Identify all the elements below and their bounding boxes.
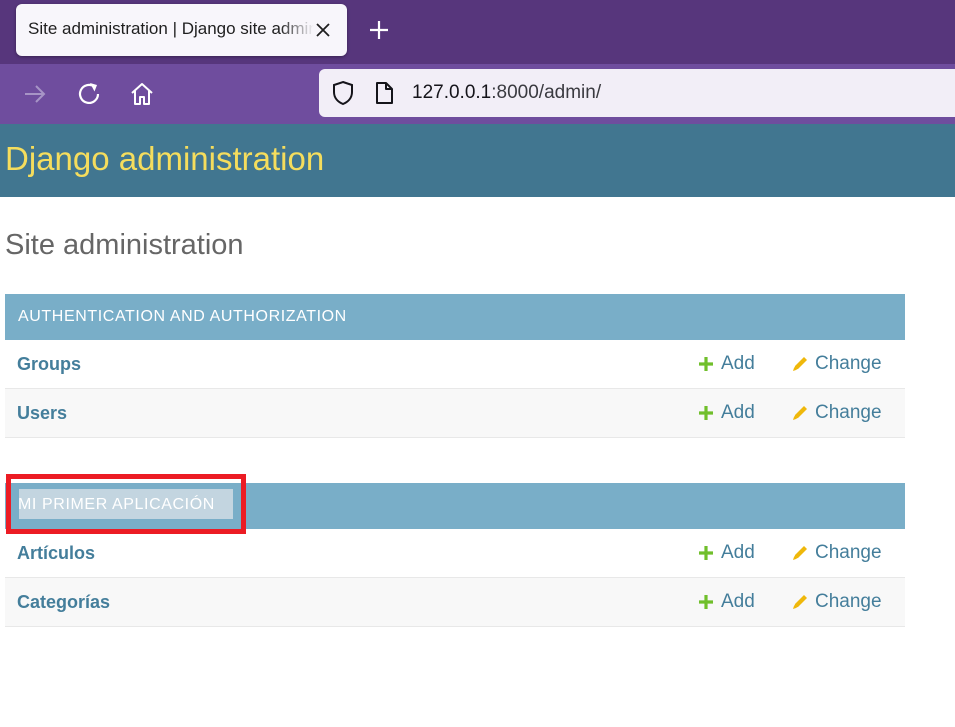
model-link-categorias[interactable]: Categorías	[17, 592, 110, 613]
reload-icon[interactable]	[75, 80, 103, 108]
plus-icon	[699, 595, 713, 609]
change-label: Change	[815, 402, 882, 423]
add-label: Add	[721, 402, 755, 423]
change-link[interactable]: Change	[791, 402, 882, 424]
change-label: Change	[815, 542, 882, 563]
tab-title: Site administration | Django site admin	[28, 19, 314, 38]
pencil-icon	[793, 546, 807, 560]
model-row-users: Users Add Change	[5, 389, 905, 438]
add-link[interactable]: Add	[698, 591, 755, 613]
browser-tab-bar: Site administration | Django site admin	[0, 0, 955, 64]
change-link[interactable]: Change	[791, 353, 882, 375]
model-row-groups: Groups Add Change	[5, 340, 905, 389]
add-label: Add	[721, 353, 755, 374]
plus-icon	[699, 546, 713, 560]
url-bar[interactable]: 127.0.0.1:8000/admin/	[319, 69, 955, 117]
add-link[interactable]: Add	[698, 353, 755, 375]
module-caption[interactable]: AUTHENTICATION AND AUTHORIZATION	[5, 294, 905, 340]
plus-icon	[699, 406, 713, 420]
pencil-icon	[793, 595, 807, 609]
shield-icon[interactable]	[331, 80, 355, 106]
change-label: Change	[815, 353, 882, 374]
add-label: Add	[721, 591, 755, 612]
pencil-icon	[793, 357, 807, 371]
change-link[interactable]: Change	[791, 542, 882, 564]
add-label: Add	[721, 542, 755, 563]
app-module-auth: AUTHENTICATION AND AUTHORIZATION Groups …	[5, 294, 905, 438]
browser-tab[interactable]: Site administration | Django site admin	[16, 4, 347, 56]
model-link-groups[interactable]: Groups	[17, 354, 81, 375]
new-tab-plus-icon[interactable]	[366, 17, 392, 43]
arrow-right-icon[interactable]	[21, 80, 49, 108]
model-row-articulos: Artículos Add Change	[5, 529, 905, 578]
url-host: 127.0.0.1	[412, 82, 492, 103]
add-link[interactable]: Add	[698, 402, 755, 424]
close-icon[interactable]	[314, 19, 332, 41]
url-path: :8000/admin/	[491, 82, 602, 103]
pencil-icon	[793, 406, 807, 420]
red-annotation-box	[6, 474, 246, 534]
model-link-articulos[interactable]: Artículos	[17, 543, 95, 564]
change-label: Change	[815, 591, 882, 612]
plus-icon	[699, 357, 713, 371]
site-branding[interactable]: Django administration	[5, 140, 324, 178]
add-link[interactable]: Add	[698, 542, 755, 564]
page-title: Site administration	[5, 229, 244, 261]
page-icon[interactable]	[373, 81, 395, 105]
model-link-users[interactable]: Users	[17, 403, 67, 424]
model-row-categorias: Categorías Add Change	[5, 578, 905, 627]
home-icon[interactable]	[128, 80, 156, 108]
url-text[interactable]: 127.0.0.1:8000/admin/	[412, 82, 601, 104]
change-link[interactable]: Change	[791, 591, 882, 613]
